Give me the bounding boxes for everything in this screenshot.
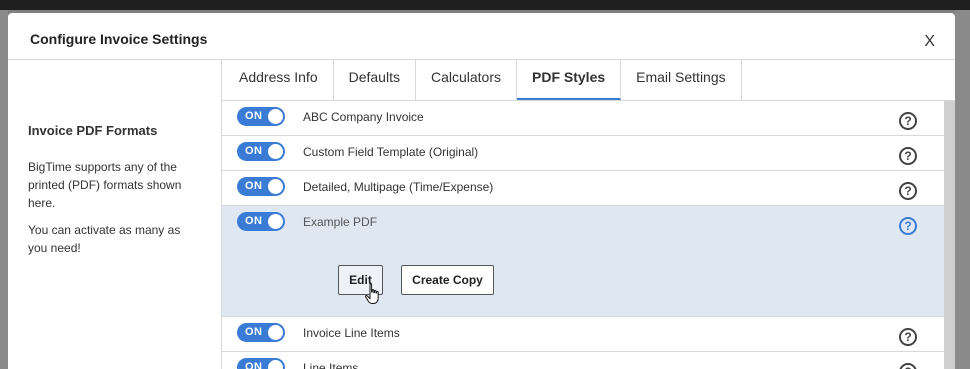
modal-title: Configure Invoice Settings [30, 31, 208, 47]
hand-pointer-icon [365, 283, 379, 304]
toggle-label: ON [245, 361, 263, 369]
toggle-knob [268, 179, 283, 194]
create-copy-button[interactable]: Create Copy [401, 265, 494, 295]
on-off-toggle[interactable]: ON [237, 323, 285, 342]
modal-header: Configure Invoice Settings X [8, 13, 955, 60]
background-left-edge [0, 10, 8, 369]
toggle-knob [268, 360, 283, 369]
list-item-expanded: ON Example PDF ? Edit Create Copy [222, 206, 944, 317]
format-name: ABC Company Invoice [303, 110, 424, 124]
info-panel-paragraph: You can activate as many as you need! [28, 223, 181, 255]
format-name: Detailed, Multipage (Time/Expense) [303, 180, 494, 194]
list-scrollbar[interactable] [944, 101, 955, 369]
format-name: Invoice Line Items [303, 326, 400, 340]
list-item: ON Line Items ? [222, 352, 944, 369]
list-item: ON Custom Field Template (Original) ? [222, 136, 944, 171]
info-panel-heading: Invoice PDF Formats [28, 123, 158, 138]
close-button[interactable]: X [924, 33, 935, 51]
background-right-edge [955, 10, 970, 369]
on-off-toggle[interactable]: ON [237, 177, 285, 196]
format-name: Example PDF [303, 215, 378, 229]
info-panel-paragraph: BigTime supports any of the printed (PDF… [28, 160, 182, 210]
on-off-toggle[interactable]: ON [237, 212, 285, 231]
help-icon[interactable]: ? [899, 112, 917, 130]
tab-email-settings[interactable]: Email Settings [621, 60, 742, 100]
tab-defaults[interactable]: Defaults [334, 60, 416, 100]
toggle-knob [268, 214, 283, 229]
toggle-label: ON [245, 145, 263, 157]
format-name: Custom Field Template (Original) [303, 145, 479, 159]
tab-calculators[interactable]: Calculators [416, 60, 517, 100]
toggle-label: ON [245, 326, 263, 338]
list-item: ON Detailed, Multipage (Time/Expense) ? [222, 171, 944, 206]
settings-tabs: Address Info Defaults Calculators PDF St… [222, 60, 955, 101]
on-off-toggle[interactable]: ON [237, 107, 285, 126]
toggle-knob [268, 144, 283, 159]
tab-pdf-styles[interactable]: PDF Styles [517, 60, 622, 100]
help-icon[interactable]: ? [899, 182, 917, 200]
toggle-knob [268, 325, 283, 340]
list-item: ON ABC Company Invoice ? [222, 101, 944, 136]
help-icon[interactable]: ? [899, 217, 917, 235]
help-icon[interactable]: ? [899, 328, 917, 346]
toggle-label: ON [245, 180, 263, 192]
on-off-toggle[interactable]: ON [237, 142, 285, 161]
help-icon[interactable]: ? [899, 147, 917, 165]
toggle-label: ON [245, 215, 263, 227]
toggle-label: ON [245, 110, 263, 122]
format-name: Line Items [303, 361, 359, 369]
on-off-toggle[interactable]: ON [237, 358, 285, 369]
background-nav-bar [0, 0, 970, 10]
pdf-format-list: ON ABC Company Invoice ? ON Custom Field… [222, 101, 944, 369]
info-panel: Invoice PDF Formats BigTime supports any… [8, 60, 222, 369]
configure-invoice-settings-modal: Configure Invoice Settings X Invoice PDF… [8, 13, 955, 369]
tab-address-info[interactable]: Address Info [222, 60, 334, 100]
list-item: ON Invoice Line Items ? [222, 317, 944, 352]
toggle-knob [268, 109, 283, 124]
help-icon[interactable]: ? [899, 363, 917, 369]
